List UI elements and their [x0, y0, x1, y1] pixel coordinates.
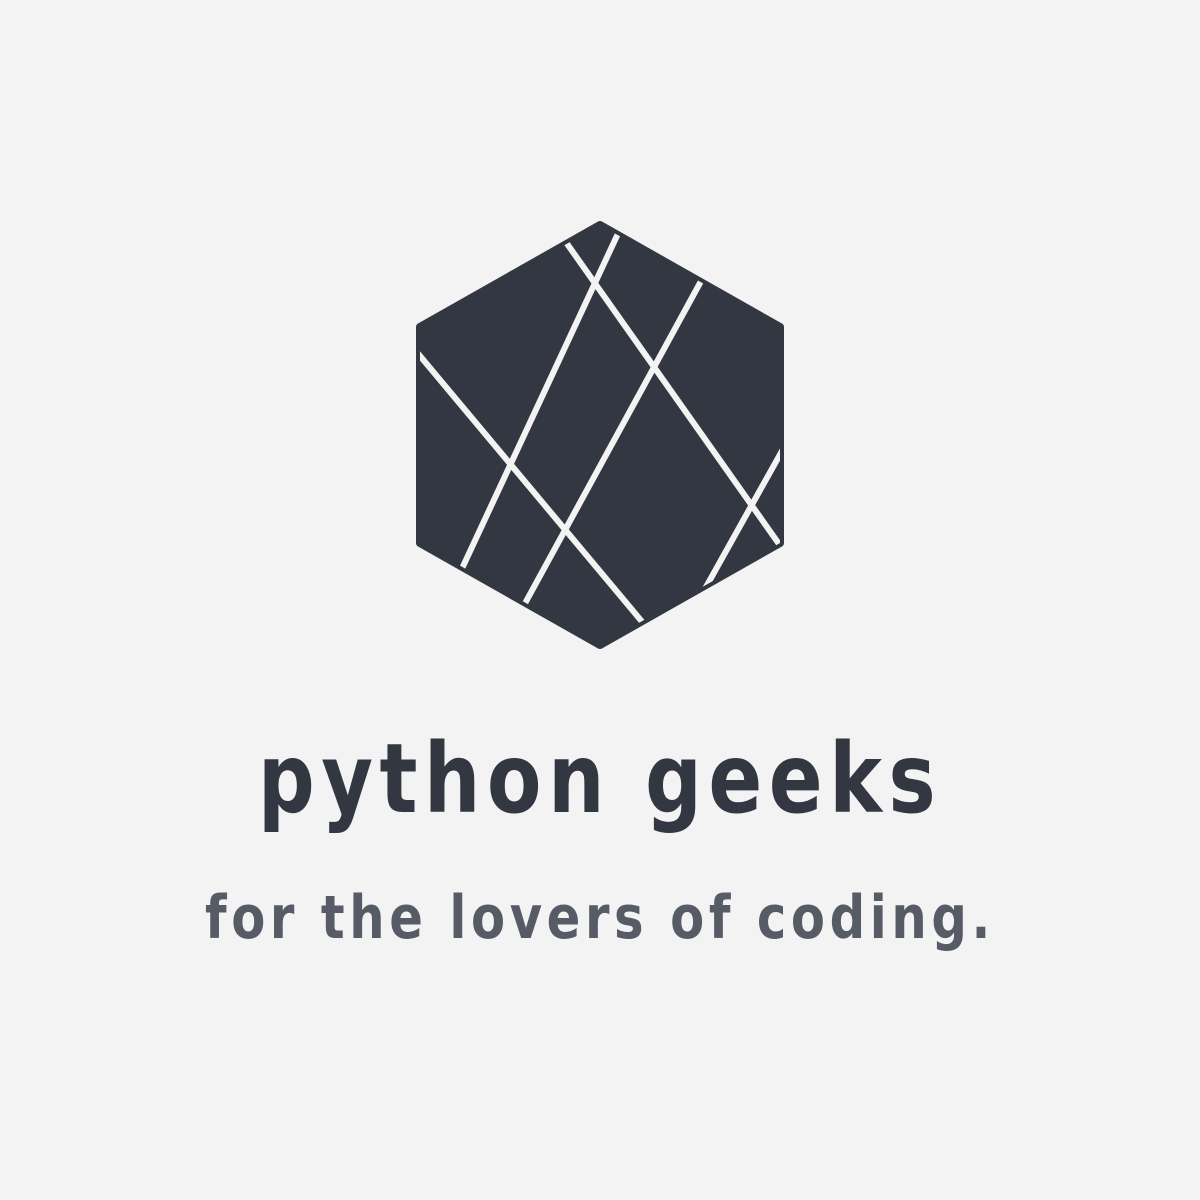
brand-tagline: for the lovers of coding.	[205, 883, 995, 953]
faceted-hexagon-icon	[416, 221, 784, 649]
brand-title: python geeks	[257, 723, 943, 835]
